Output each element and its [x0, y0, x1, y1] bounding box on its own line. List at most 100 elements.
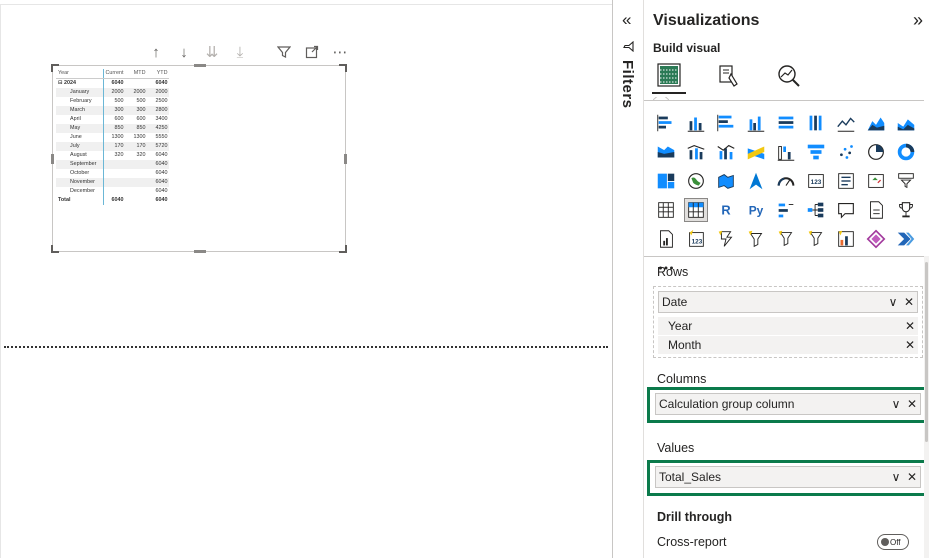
table-row: December 6040	[56, 187, 169, 196]
analytics-tab[interactable]	[772, 58, 806, 94]
filled-map-icon[interactable]	[714, 169, 738, 193]
key-influencers-icon[interactable]	[774, 198, 798, 222]
clustered-bar-chart-icon[interactable]	[714, 111, 738, 135]
100-stacked-bar-chart-icon[interactable]	[774, 111, 798, 135]
rows-field-date[interactable]: Date ∨ ✕	[658, 291, 918, 313]
resize-corner-bottom-right[interactable]	[339, 245, 347, 253]
funnel-chart-icon[interactable]	[804, 140, 828, 164]
resize-handle-bottom[interactable]	[194, 250, 206, 253]
pie-chart-icon[interactable]	[864, 140, 888, 164]
close-icon[interactable]: ✕	[902, 338, 918, 352]
resize-handle-right[interactable]	[344, 154, 347, 164]
100-stacked-column-chart-icon[interactable]	[804, 111, 828, 135]
power-automate-logo-icon[interactable]	[894, 227, 918, 251]
values-well[interactable]: Total_Sales ∨ ✕	[653, 464, 923, 494]
close-icon[interactable]: ✕	[904, 397, 920, 411]
drill-up-icon[interactable]: ↑	[146, 42, 166, 62]
custom-visual-2-icon[interactable]	[774, 227, 798, 251]
card-icon[interactable]: 123	[804, 169, 828, 193]
close-icon[interactable]: ✕	[904, 470, 920, 484]
table-row: May 850 850 4250	[56, 124, 170, 133]
rows-subfield-month[interactable]: Month ✕	[658, 336, 918, 355]
focus-mode-icon[interactable]	[302, 42, 322, 62]
line-chart-icon[interactable]	[834, 111, 858, 135]
values-field-total-sales[interactable]: Total_Sales ∨ ✕	[655, 466, 921, 488]
chevron-down-icon[interactable]: ∨	[888, 397, 904, 411]
table-icon[interactable]	[654, 198, 678, 222]
rows-subfield-year[interactable]: Year ✕	[658, 317, 918, 336]
matrix-visual[interactable]: Year Current MTD YTD ⊟ 2024 6040 6040 Janua…	[51, 64, 347, 253]
custom-visual-1-icon[interactable]	[744, 227, 768, 251]
map-icon[interactable]	[684, 169, 708, 193]
matrix-row-label: August	[56, 151, 104, 160]
pane-scrollbar-thumb[interactable]	[925, 262, 928, 442]
matrix-row-label: July	[56, 142, 104, 151]
stacked-column-chart-icon[interactable]	[684, 111, 708, 135]
line-and-stacked-column-icon[interactable]	[684, 140, 708, 164]
svg-text:123: 123	[811, 179, 822, 186]
report-canvas[interactable]: ↑ ↓ ⇊ ⤓ ⋯ Year Current MTD YTD ⊟ 2024 60…	[0, 0, 612, 558]
scatter-chart-icon[interactable]	[834, 140, 858, 164]
chevron-down-icon[interactable]: ∨	[885, 295, 901, 309]
filter-icon[interactable]	[274, 42, 294, 62]
power-automate-icon[interactable]	[714, 227, 738, 251]
clustered-column-chart-icon[interactable]	[744, 111, 768, 135]
gauge-icon[interactable]	[774, 169, 798, 193]
stacked-area-chart-icon[interactable]	[894, 111, 918, 135]
power-apps-icon[interactable]: 123	[684, 227, 708, 251]
treemap-icon[interactable]	[654, 169, 678, 193]
goals-icon[interactable]	[894, 198, 918, 222]
collapse-filters-icon[interactable]: «	[622, 10, 631, 30]
drill-down-icon[interactable]: ↓	[174, 42, 194, 62]
expand-next-level-icon[interactable]: ⤓	[230, 42, 250, 62]
more-options-icon[interactable]: ⋯	[330, 42, 350, 62]
close-icon[interactable]: ✕	[902, 319, 918, 333]
resize-handle-top[interactable]	[194, 64, 206, 67]
donut-chart-icon[interactable]	[894, 140, 918, 164]
chevron-down-icon[interactable]: ∨	[888, 470, 904, 484]
ribbon-chart-icon[interactable]	[654, 140, 678, 164]
waterfall-chart-icon[interactable]	[774, 140, 798, 164]
columns-well[interactable]: Calculation group column ∨ ✕	[653, 391, 923, 421]
canvas-top-border	[0, 4, 612, 5]
build-visual-tab[interactable]	[652, 58, 686, 94]
qna-icon[interactable]	[834, 198, 858, 222]
matrix-header-ytd[interactable]: YTD	[147, 69, 170, 79]
columns-field-calc-group[interactable]: Calculation group column ∨ ✕	[655, 393, 921, 415]
resize-handle-left[interactable]	[51, 154, 54, 164]
power-apps-logo-icon[interactable]	[864, 227, 888, 251]
stacked-bar-chart-icon[interactable]	[654, 111, 678, 135]
filters-pane-collapsed[interactable]: « Filters	[612, 0, 644, 558]
resize-corner-bottom-left[interactable]	[51, 245, 59, 253]
matrix-header-current[interactable]: Current	[103, 69, 126, 79]
matrix-header-mtd[interactable]: MTD	[125, 69, 148, 79]
ribbon-flow-chart-icon[interactable]	[744, 140, 768, 164]
filters-label[interactable]: Filters	[619, 60, 636, 109]
kpi-icon[interactable]	[864, 169, 888, 193]
line-and-clustered-column-icon[interactable]	[714, 140, 738, 164]
multi-row-card-icon[interactable]	[834, 169, 858, 193]
active-tab-notch	[653, 97, 669, 101]
paginated-report-icon[interactable]	[654, 227, 678, 251]
custom-visual-4-icon[interactable]	[834, 227, 858, 251]
matrix-cell-current	[103, 187, 125, 196]
matrix-cell-ytd: 6040	[155, 170, 168, 176]
matrix-row-label: Total	[56, 196, 104, 205]
area-chart-icon[interactable]	[864, 111, 888, 135]
azure-map-icon[interactable]	[744, 169, 768, 193]
decomposition-tree-icon[interactable]	[804, 198, 828, 222]
slicer-icon[interactable]	[894, 169, 918, 193]
r-script-visual-icon[interactable]: R	[714, 198, 738, 222]
expand-pane-icon[interactable]: »	[913, 10, 923, 31]
format-visual-tab[interactable]	[712, 58, 746, 94]
python-visual-icon[interactable]: Py	[744, 198, 768, 222]
go-to-next-level-icon[interactable]: ⇊	[202, 42, 222, 62]
resize-corner-top-right[interactable]	[339, 64, 347, 72]
cross-report-toggle[interactable]: Off	[877, 534, 909, 550]
matrix-header-year[interactable]: Year	[56, 69, 104, 79]
matrix-icon[interactable]	[684, 198, 708, 222]
custom-visual-3-icon[interactable]	[804, 227, 828, 251]
rows-well[interactable]: Date ∨ ✕ Year ✕ Month ✕	[653, 286, 923, 358]
smart-narrative-icon[interactable]	[864, 198, 888, 222]
close-icon[interactable]: ✕	[901, 295, 917, 309]
